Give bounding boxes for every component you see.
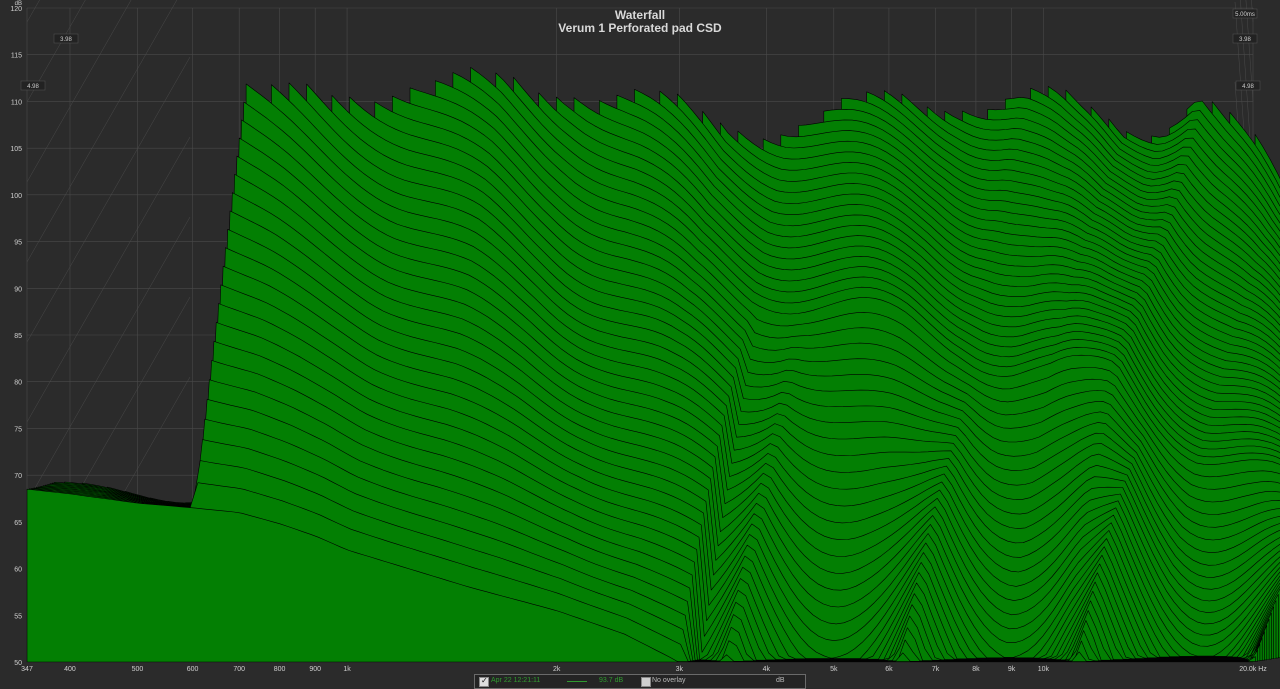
time-label: 3.98 bbox=[1239, 37, 1251, 43]
y-tick-label: 75 bbox=[14, 426, 22, 433]
x-tick-label: 900 bbox=[309, 666, 321, 673]
y-tick-label: 55 bbox=[14, 613, 22, 620]
waterfall-chart: 12011511010510095908580757065605550dB347… bbox=[10, 0, 1280, 673]
x-tick-label: 700 bbox=[233, 666, 245, 673]
y-unit-label: dB bbox=[15, 1, 22, 7]
y-tick-label: 95 bbox=[14, 240, 22, 247]
slices-layer bbox=[26, 67, 1280, 663]
y-tick-label: 100 bbox=[10, 193, 22, 200]
x-tick-label: 3k bbox=[676, 666, 684, 673]
x-tick-label: 4k bbox=[763, 666, 771, 673]
chart-subtitle: Verum 1 Perforated pad CSD bbox=[558, 21, 722, 35]
x-tick-label: 800 bbox=[274, 666, 286, 673]
x-tick-label: 7k bbox=[932, 666, 940, 673]
x-tick-label: 347 bbox=[21, 666, 33, 673]
x-tick-label: 10k bbox=[1038, 666, 1050, 673]
y-tick-label: 115 bbox=[11, 53, 22, 60]
y-tick-label: 90 bbox=[14, 286, 22, 293]
time-label: 4.98 bbox=[1242, 84, 1254, 90]
legend-line-swatch bbox=[567, 681, 587, 682]
x-tick-label: 2k bbox=[553, 666, 561, 673]
time-label: 4.98 bbox=[27, 84, 39, 90]
x-tick-label: 500 bbox=[132, 666, 144, 673]
legend-unit: dB bbox=[776, 677, 785, 684]
x-tick-label: 9k bbox=[1008, 666, 1016, 673]
time-label: 3.98 bbox=[60, 37, 72, 43]
legend-overlay: No overlay bbox=[652, 677, 686, 684]
legend: ✓ Apr 22 12:21:11 93.7 dB No overlay dB bbox=[474, 674, 806, 689]
legend-level: 93.7 dB bbox=[599, 677, 624, 684]
y-tick-label: 105 bbox=[10, 146, 22, 153]
grid-line-wall bbox=[26, 136, 191, 423]
x-tick-label: 600 bbox=[187, 666, 199, 673]
legend-checkbox[interactable]: ✓ bbox=[479, 676, 489, 687]
y-tick-label: 80 bbox=[14, 380, 22, 387]
overlay-checkbox[interactable] bbox=[641, 677, 651, 687]
x-tick-label: 1k bbox=[343, 666, 351, 673]
x-tick-label: 8k bbox=[972, 666, 980, 673]
x-tick-label: 400 bbox=[64, 666, 76, 673]
chart-title: Waterfall bbox=[614, 8, 666, 22]
y-tick-label: 60 bbox=[14, 567, 22, 574]
x-tick-label: 20.0k Hz bbox=[1239, 666, 1267, 673]
legend-date: Apr 22 12:21:11 bbox=[491, 677, 541, 684]
grid-line-wall bbox=[26, 216, 191, 503]
check-icon: ✓ bbox=[481, 676, 488, 685]
y-tick-label: 110 bbox=[11, 99, 22, 106]
grid-line-wall bbox=[26, 56, 191, 343]
y-tick-label: 85 bbox=[14, 333, 22, 340]
x-tick-label: 5k bbox=[830, 666, 838, 673]
x-tick-label: 6k bbox=[885, 666, 893, 673]
y-tick-label: 70 bbox=[14, 473, 22, 480]
y-tick-label: 65 bbox=[14, 520, 22, 527]
